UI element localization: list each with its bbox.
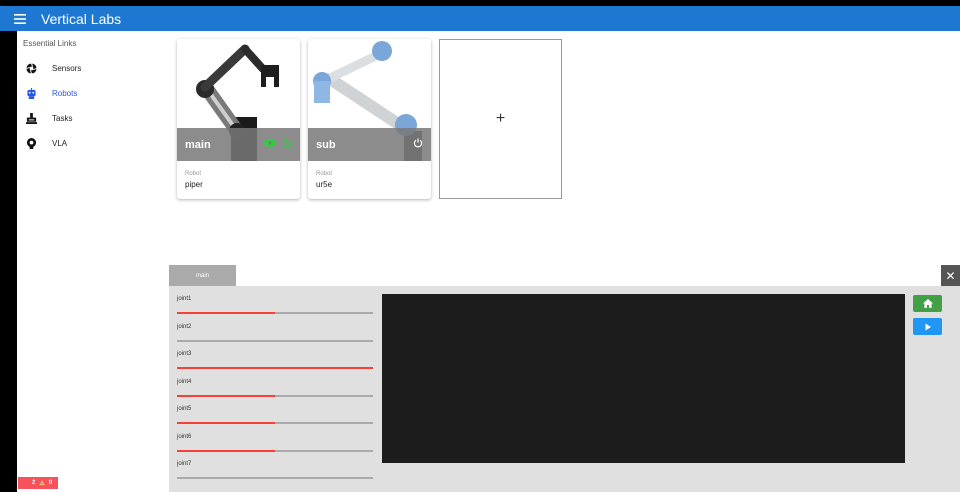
joint-row-4: joint4	[177, 375, 373, 403]
warning-count: 0	[48, 480, 53, 486]
sidebar-item-label: VLA	[52, 139, 68, 148]
card-status-icons	[264, 138, 292, 148]
joint-slider[interactable]	[177, 339, 373, 342]
error-count: 2	[32, 480, 36, 486]
aperture-icon	[25, 63, 37, 75]
joint-label: joint6	[177, 433, 192, 440]
sidebar: Essential Links Sensors Robots Tasks VLA	[17, 31, 169, 492]
joint-slider-fill	[177, 422, 275, 424]
card-status-icons	[413, 138, 423, 148]
top-bar: Vertical Labs	[0, 6, 960, 31]
brain-icon	[25, 138, 37, 150]
card-body: Robot piper	[185, 171, 203, 189]
add-robot-card[interactable]: +	[439, 39, 562, 199]
card-name-band: main	[177, 128, 300, 161]
tasks-icon	[25, 113, 37, 125]
card-sub-label: Robot	[316, 171, 333, 177]
card-robot-model: piper	[185, 180, 203, 189]
joint-slider-fill	[177, 394, 275, 397]
robot-icon	[25, 88, 37, 100]
app-title: Vertical Labs	[41, 10, 122, 27]
joint-row-6: joint6	[177, 430, 373, 458]
sidebar-item-label: Sensors	[52, 64, 82, 73]
main-content: main Robot piper sub Robot ur5e + main ✕…	[169, 31, 960, 492]
card-name-band: sub	[308, 128, 431, 161]
control-panel: joint1 joint2 joint3 joint4 joint5 joint…	[169, 286, 960, 492]
card-sub-label: Robot	[185, 171, 202, 177]
warning-icon: ⚠	[39, 480, 45, 487]
joint-row-1: joint1	[177, 292, 373, 320]
home-icon	[922, 299, 933, 308]
joint-slider[interactable]	[177, 449, 373, 452]
joint-slider-fill	[177, 312, 275, 314]
play-button[interactable]	[913, 318, 942, 335]
joint-row-3: joint3	[177, 347, 373, 375]
card-robot-model: ur5e	[316, 180, 333, 189]
left-edge-bar	[0, 0, 17, 492]
card-name: sub	[316, 138, 336, 151]
tab-main[interactable]: main	[169, 265, 236, 286]
joint-slider[interactable]	[177, 477, 373, 479]
joint-label: joint3	[177, 351, 192, 357]
joint-slider[interactable]	[177, 367, 373, 369]
card-name: main	[185, 138, 211, 151]
joint-sliders: joint1 joint2 joint3 joint4 joint5 joint…	[177, 292, 373, 485]
joint-row-7: joint7	[177, 457, 373, 485]
robot-cards: main Robot piper sub Robot ur5e +	[177, 39, 562, 199]
joint-slider-fill	[177, 367, 373, 369]
robot-card-sub[interactable]: sub Robot ur5e	[308, 39, 431, 199]
menu-icon	[14, 13, 26, 24]
robot-card-main[interactable]: main Robot piper	[177, 39, 300, 199]
joint-slider-fill	[177, 449, 275, 452]
card-body: Robot ur5e	[316, 171, 332, 189]
joint-label: joint7	[177, 461, 192, 467]
sidebar-item-vla[interactable]: VLA	[17, 131, 169, 156]
sidebar-item-label: Robots	[52, 89, 78, 98]
joint-slider[interactable]	[177, 394, 373, 397]
joint-slider[interactable]	[177, 312, 373, 314]
sidebar-heading: Essential Links	[23, 39, 77, 48]
power-icon[interactable]	[282, 138, 292, 148]
joint-label: joint2	[177, 323, 192, 330]
joint-label: joint5	[177, 406, 192, 412]
joint-label: joint4	[177, 378, 192, 385]
joint-row-2: joint2	[177, 320, 373, 348]
close-panel-button[interactable]: ✕	[941, 265, 960, 286]
menu-button[interactable]	[0, 6, 40, 31]
joint-slider[interactable]	[177, 422, 373, 424]
power-icon[interactable]	[413, 138, 423, 148]
visibility-icon[interactable]	[264, 138, 276, 148]
status-badge[interactable]: 2 ⚠ 0	[18, 477, 58, 489]
sidebar-item-label: Tasks	[52, 114, 73, 123]
play-icon	[925, 323, 931, 330]
sidebar-item-tasks[interactable]: Tasks	[17, 106, 169, 131]
sidebar-item-robots[interactable]: Robots	[17, 81, 169, 106]
joint-label: joint1	[177, 296, 192, 302]
home-button[interactable]	[913, 295, 942, 312]
joint-row-5: joint5	[177, 402, 373, 430]
sidebar-item-sensors[interactable]: Sensors	[17, 56, 169, 81]
app-root: Vertical Labs Essential Links Sensors Ro…	[0, 0, 960, 492]
robot-3d-viewport[interactable]	[382, 294, 905, 463]
